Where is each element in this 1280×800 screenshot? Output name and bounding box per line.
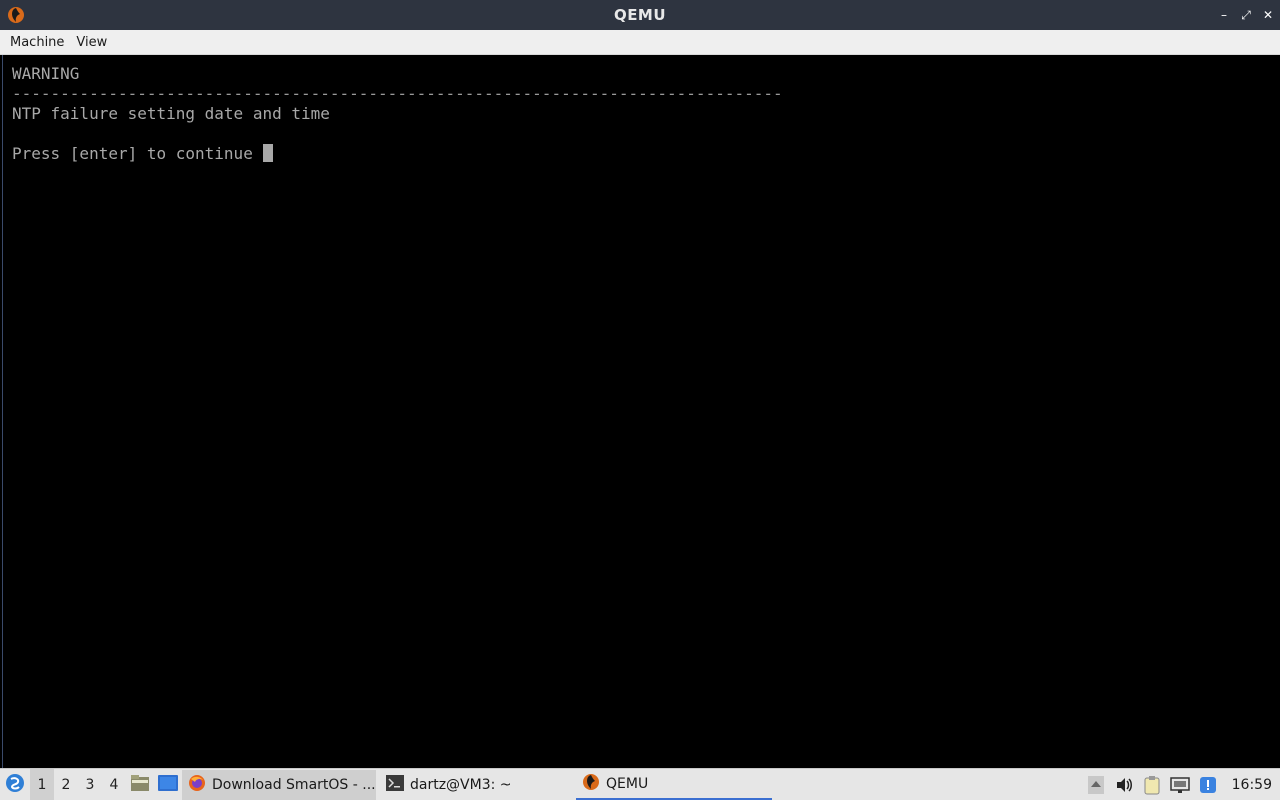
task-firefox-label: Download SmartOS - ...: [212, 776, 376, 793]
task-qemu-label: QEMU: [606, 775, 649, 792]
console-line-prompt: Press [enter] to continue: [12, 144, 1269, 164]
firefox-icon: [188, 774, 206, 796]
file-manager-launcher[interactable]: [126, 769, 154, 800]
desktop-1-button[interactable]: 1: [30, 768, 54, 800]
qemu-icon: [7, 6, 25, 24]
vm-console[interactable]: WARNING --------------------------------…: [2, 55, 1278, 768]
window-title: QEMU: [613, 6, 667, 24]
console-prompt-text: Press [enter] to continue: [12, 144, 263, 163]
menu-view[interactable]: View: [70, 35, 113, 50]
file-manager-icon: [130, 774, 150, 796]
minimize-button[interactable]: –: [1216, 7, 1232, 23]
terminal-icon: [386, 774, 404, 795]
task-qemu[interactable]: QEMU: [576, 770, 772, 800]
system-tray: 16:59: [1084, 769, 1280, 800]
maximize-button[interactable]: ⤢: [1238, 7, 1254, 23]
tray-arrow-icon[interactable]: [1084, 773, 1108, 797]
show-desktop-icon: [158, 774, 178, 796]
window-controls: – ⤢ ✕: [1216, 0, 1276, 30]
window-titlebar[interactable]: QEMU – ⤢ ✕: [0, 0, 1280, 30]
task-firefox[interactable]: Download SmartOS - ...: [182, 769, 376, 800]
clock[interactable]: 16:59: [1232, 777, 1272, 793]
lxqt-start-icon: [5, 773, 25, 797]
close-button[interactable]: ✕: [1260, 7, 1276, 23]
task-terminal[interactable]: dartz@VM3: ~: [380, 770, 576, 800]
desktop-2-button[interactable]: 2: [54, 769, 78, 800]
console-line-warning: WARNING: [12, 64, 80, 83]
menu-machine[interactable]: Machine: [4, 35, 70, 50]
network-icon[interactable]: [1168, 773, 1192, 797]
clipboard-icon[interactable]: [1140, 773, 1164, 797]
qemu-icon: [582, 773, 600, 795]
menu-bar: Machine View: [0, 30, 1280, 55]
console-line-separator: ----------------------------------------…: [12, 84, 783, 103]
text-cursor: [263, 144, 274, 162]
volume-icon[interactable]: [1112, 773, 1136, 797]
taskbar: 1 2 3 4 Download SmartOS - ... dartz@VM3…: [0, 768, 1280, 800]
show-desktop-launcher[interactable]: [154, 769, 182, 800]
update-notifier-icon[interactable]: [1196, 773, 1220, 797]
task-terminal-label: dartz@VM3: ~: [410, 776, 512, 793]
start-menu-button[interactable]: [0, 769, 30, 800]
desktop-4-button[interactable]: 4: [102, 769, 126, 800]
desktop-3-button[interactable]: 3: [78, 769, 102, 800]
console-line-message: NTP failure setting date and time: [12, 104, 330, 123]
